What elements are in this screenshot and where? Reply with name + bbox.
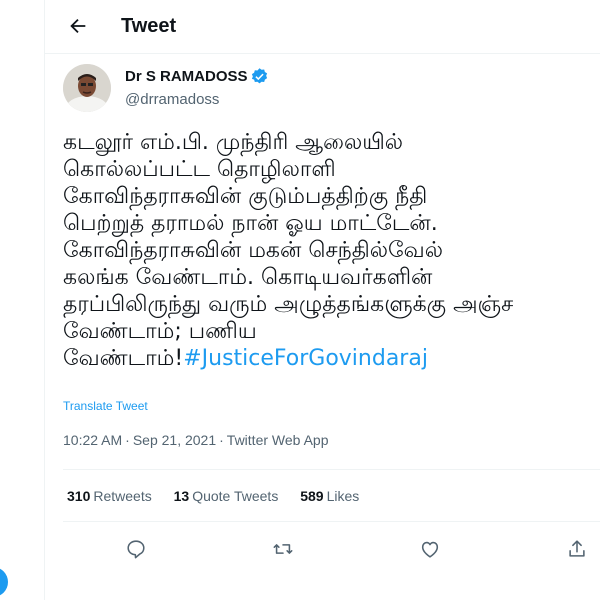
tweet-source[interactable]: Twitter Web App [227,432,329,448]
back-arrow-icon[interactable] [65,13,91,39]
avatar[interactable] [63,64,111,112]
divider [63,521,600,522]
separator: · [125,432,130,448]
page-title: Tweet [121,15,177,37]
quote-tweets-stat[interactable]: 13 Quote Tweets [174,488,279,504]
translate-tweet-link[interactable]: Translate Tweet [63,399,148,413]
likes-label: Likes [326,488,360,504]
share-icon[interactable] [562,534,592,564]
hashtag-link[interactable]: #JusticeForGovindaraj [183,346,428,371]
quotes-count: 13 [173,488,190,504]
header-bar: Tweet [45,0,600,54]
retweets-label: Retweets [93,488,152,504]
tweet-line: கோவிந்தராசுவின் குடும்பத்திற்கு நீதி [63,184,428,209]
compose-tweet-button[interactable] [0,567,8,597]
likes-stat[interactable]: 589 Likes [300,488,359,504]
tweet-text: கடலூர் எம்.பி. முந்திரி ஆலையில் கொல்லப்ப… [63,129,600,372]
tweet-line-last: வேண்டாம்!#JusticeForGovindaraj [63,345,600,372]
tweet-actions [45,530,600,568]
verified-badge-icon [250,67,269,86]
tweet-line: கடலூர் எம்.பி. முந்திரி ஆலையில் [63,130,404,155]
tweet-line: வேண்டாம்; பணிய [63,319,257,344]
separator: · [219,432,224,448]
retweets-count: 310 [67,488,91,504]
tweet-detail-column: Tweet Dr S RAMADOSS @drramadoss கடலூர் எ… [44,0,600,600]
retweet-icon[interactable] [268,534,298,564]
tweet-line-prefix: வேண்டாம்! [63,346,184,371]
author-name[interactable]: Dr S RAMADOSS [125,68,248,85]
tweet-line: தரப்பிலிருந்து வரும் அழுத்தங்களுக்கு அஞ்… [63,292,514,317]
quotes-label: Quote Tweets [192,488,279,504]
likes-count: 589 [300,488,324,504]
author-handle[interactable]: @drramadoss [125,91,219,108]
tweet-line: கோவிந்தராசுவின் மகன் செந்தில்வேல் [63,238,443,263]
tweet-metadata: 10:22 AM · Sep 21, 2021 · Twitter Web App [63,432,328,448]
tweet-line: கொல்லப்பட்ட தொழிலாளி [63,157,336,182]
tweet-date[interactable]: Sep 21, 2021 [133,432,216,448]
tweet-time[interactable]: 10:22 AM [63,432,122,448]
retweets-stat[interactable]: 310 Retweets [67,488,152,504]
tweet-line: பெற்றுத் தராமல் நான் ஓய மாட்டேன். [63,211,438,236]
tweet-line: கலங்க வேண்டாம். கொடியவர்களின் [63,265,433,290]
like-icon[interactable] [415,534,445,564]
divider [63,469,600,470]
engagement-stats: 310 Retweets 13 Quote Tweets 589 Likes [67,488,377,504]
reply-icon[interactable] [121,534,151,564]
